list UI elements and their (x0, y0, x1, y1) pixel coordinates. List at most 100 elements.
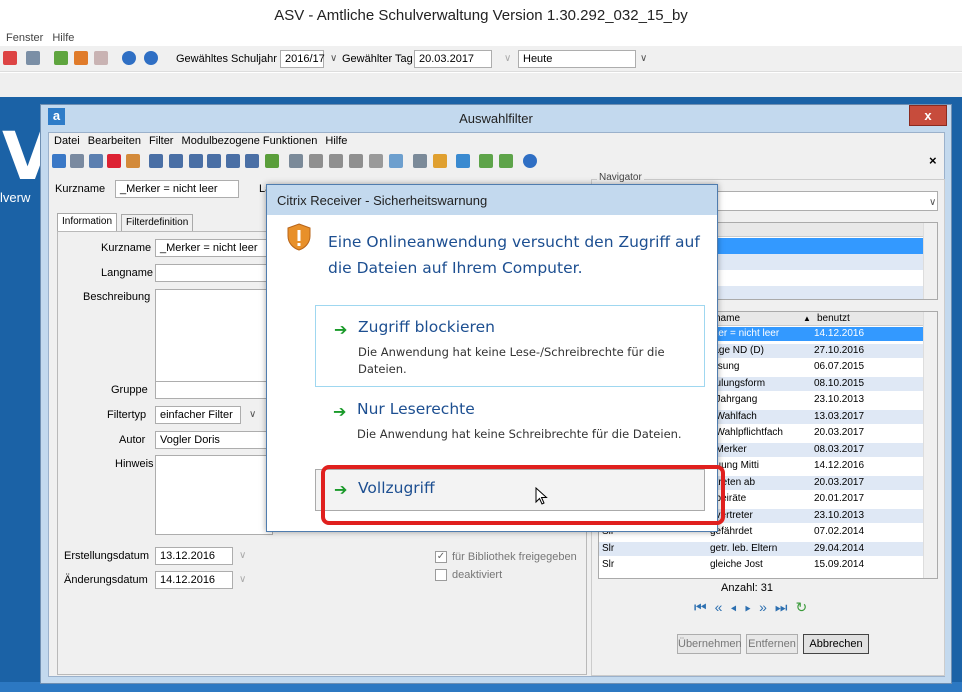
table-cell: 08.03.2017 (814, 443, 865, 455)
option-nur-leserechte[interactable]: ➔ Nur Leserechte Die Anwendung hat keine… (315, 390, 705, 468)
scrollbar[interactable] (923, 312, 937, 578)
table-row[interactable]: Slr getr. leb. Eltern 29.04.2014 (599, 541, 923, 556)
delete-icon[interactable] (107, 154, 121, 168)
export-icon[interactable] (479, 154, 493, 168)
chevron-down-icon[interactable]: ∨ (504, 53, 511, 64)
refresh-icon[interactable] (54, 51, 68, 65)
langname-field[interactable] (155, 264, 273, 282)
entfernen-button[interactable]: Entfernen (746, 634, 798, 654)
filtertyp-select[interactable]: einfacher Filter (155, 406, 241, 424)
last-icon[interactable] (245, 154, 259, 168)
edit-icon[interactable] (126, 154, 140, 168)
gruppe-field[interactable] (155, 381, 273, 399)
beschreibung-textarea[interactable] (155, 289, 273, 382)
arrow-right-icon: ➔ (334, 320, 348, 339)
prev-page-icon[interactable]: « (715, 599, 731, 615)
help-icon[interactable] (144, 51, 158, 65)
prev-icon[interactable] (189, 154, 203, 168)
menu-hilfe[interactable]: Hilfe (325, 133, 347, 150)
hinweis-label: Hinweis (115, 458, 154, 470)
back-icon[interactable] (289, 154, 303, 168)
deaktiviert-checkbox[interactable] (435, 569, 447, 581)
desktop-text: lverw (0, 190, 31, 205)
window-icon[interactable] (74, 51, 88, 65)
table-cell: 06.07.2015 (814, 361, 865, 372)
option-zugriff-blockieren[interactable]: ➔ Zugriff blockieren Die Anwendung hat k… (315, 305, 705, 387)
prev-icon[interactable]: ◂ (730, 599, 744, 615)
table-cell: 14.12.2016 (814, 460, 865, 471)
refresh-icon[interactable]: ↻ (796, 599, 816, 615)
next-page-icon[interactable] (226, 154, 240, 168)
print-icon[interactable] (413, 154, 427, 168)
help-icon[interactable] (523, 154, 537, 168)
table-cell: getr. leb. Eltern (710, 542, 778, 554)
chevron-down-icon[interactable]: ∨ (929, 197, 936, 208)
chevron-down-icon[interactable]: ∨ (239, 550, 246, 561)
menu-hilfe[interactable]: Hilfe (52, 30, 74, 46)
bibliothek-checkbox[interactable]: ✓ (435, 551, 447, 563)
next-icon[interactable]: ▸ (745, 599, 759, 615)
last-page-icon[interactable]: ⏭ (775, 599, 796, 615)
dialog-toolbar (49, 151, 944, 173)
refresh-icon[interactable] (265, 154, 279, 168)
chevron-down-icon[interactable]: ∨ (239, 574, 246, 585)
table-cell: : Wahlpflichtfach (710, 427, 783, 438)
beschreibung-label: Beschreibung (83, 291, 151, 303)
first-icon[interactable] (149, 154, 163, 168)
next-page-icon[interactable]: » (759, 599, 775, 615)
select-icon[interactable] (456, 154, 470, 168)
clipboard-icon[interactable] (369, 154, 383, 168)
schuljahr-field[interactable]: 2016/17 (280, 50, 325, 68)
new-icon[interactable] (52, 154, 66, 168)
tag-field[interactable]: 20.03.2017 (414, 50, 492, 68)
column-header-benutzt[interactable]: benutzt (817, 312, 850, 326)
menu-bearbeiten[interactable]: Bearbeiten (88, 133, 141, 150)
kurzname-field[interactable]: _Merker = nicht leer (155, 239, 273, 257)
first-page-icon[interactable]: ⏮ (694, 599, 715, 615)
tab-filterdefinition[interactable]: Filterdefinition (121, 214, 194, 232)
broom-icon[interactable] (433, 154, 447, 168)
import-icon[interactable] (499, 154, 513, 168)
autor-field[interactable]: Vogler Doris (155, 431, 273, 449)
menu-modulbezogene-funktionen[interactable]: Modulbezogene Funktionen (182, 133, 318, 150)
close-button[interactable]: x (909, 105, 947, 126)
menu-fenster[interactable]: Fenster (6, 30, 43, 46)
erstellungsdatum-field[interactable]: 13.12.2016 (155, 547, 233, 565)
dialog-title: Auswahlfilter (459, 111, 533, 126)
undo-icon[interactable] (89, 154, 103, 168)
heute-field[interactable]: Heute (518, 50, 636, 68)
module-icon[interactable] (3, 51, 17, 65)
tab-information[interactable]: Information (57, 213, 118, 231)
kurzname-header-field[interactable]: _Merker = nicht leer (115, 180, 239, 198)
info-icon[interactable] (122, 51, 136, 65)
menu-filter[interactable]: Filter (149, 133, 173, 150)
lightning-icon[interactable] (94, 51, 108, 65)
next-icon[interactable] (207, 154, 221, 168)
langname-label: Langname (101, 267, 153, 279)
uebernehmen-button[interactable]: Übernehmen (677, 634, 742, 654)
chevron-down-icon[interactable]: ∨ (330, 53, 337, 64)
list-icon[interactable] (26, 51, 40, 65)
filter-icon[interactable] (389, 154, 403, 168)
save-icon[interactable] (70, 154, 84, 168)
copy-icon[interactable] (329, 154, 343, 168)
option-description: Die Anwendung hat keine Lese-/Schreibrec… (358, 345, 665, 376)
hinweis-textarea[interactable] (155, 455, 273, 535)
abbrechen-button[interactable]: Abbrechen (803, 634, 869, 654)
menu-datei[interactable]: Datei (54, 133, 80, 150)
table-cell: 29.04.2014 (814, 542, 865, 554)
paste-icon[interactable] (349, 154, 363, 168)
cut-icon[interactable] (309, 154, 323, 168)
table-row[interactable]: Slr gleiche Jost 15.09.2014 (599, 558, 923, 572)
aenderungsdatum-field[interactable]: 14.12.2016 (155, 571, 233, 589)
scrollbar[interactable] (923, 223, 937, 299)
option-heading: Zugriff blockieren (358, 318, 495, 336)
toolbar-close-icon[interactable]: × (929, 153, 937, 168)
chevron-down-icon[interactable]: ∨ (640, 53, 647, 64)
sort-asc-icon[interactable]: ▲ (803, 312, 811, 326)
table-cell: 07.02.2014 (814, 526, 865, 537)
chevron-down-icon[interactable]: ∨ (249, 409, 256, 420)
prev-page-icon[interactable] (169, 154, 183, 168)
app-title: ASV - Amtliche Schulverwaltung Version 1… (274, 7, 688, 24)
citrix-title: Citrix Receiver - Sicherheitswarnung (267, 185, 717, 215)
